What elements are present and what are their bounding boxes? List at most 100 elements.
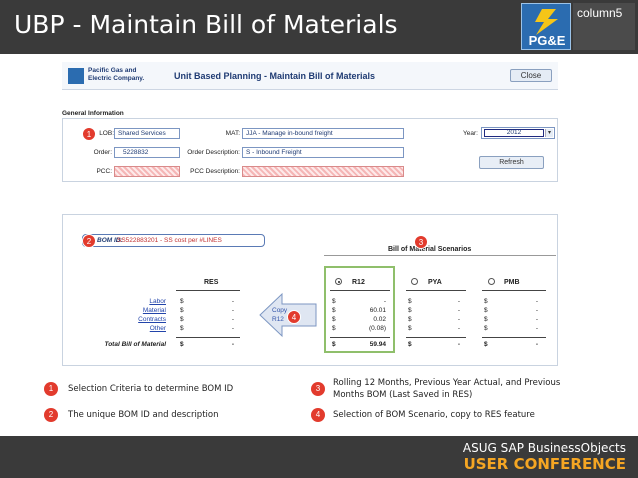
pya-contracts: - [457,316,460,323]
row-label-material[interactable]: Material [106,307,166,314]
pcc-desc-field[interactable] [242,166,404,177]
res-other: - [231,325,234,332]
copy-label: Copy R12 [272,306,287,324]
column5-logo: column5 [573,3,635,50]
company-name: Pacific Gas and Electric Company. [88,67,145,82]
bom-id-box: BOM ID: SS522883201 - SS cost per #LINES [82,234,265,247]
app-title: Unit Based Planning - Maintain Bill of M… [174,71,376,81]
pmb-currency: $ [484,325,488,332]
pmb-labor: - [535,298,538,305]
pmb-contracts: - [535,316,538,323]
pya-currency: $ [408,341,412,348]
mat-field[interactable]: JJA - Manage in-bound freight [242,128,404,139]
legend-badge-4: 4 [311,408,325,422]
res-labor: - [231,298,234,305]
pya-header-line [406,290,466,291]
pcc-field[interactable] [114,166,180,177]
r12-currency: $ [332,325,336,332]
footer-line1: ASUG SAP BusinessObjects [462,441,626,455]
pmb-material: - [535,307,538,314]
lob-field[interactable]: Shared Services [114,128,180,139]
res-total-line [176,337,240,338]
legend-badge-2: 2 [44,408,58,422]
res-currency: $ [180,316,184,323]
pya-currency: $ [408,325,412,332]
pmb-other: - [535,325,538,332]
pya-other: - [457,325,460,332]
res-currency: $ [180,325,184,332]
order-field[interactable]: 5228832 [114,147,180,158]
pge-logo-text: PG&E [528,33,566,48]
pge-logo: PG&E [521,3,571,50]
copy-label-line2: R12 [272,316,284,323]
slide-title: UBP - Maintain Bill of Materials [14,10,398,39]
copy-label-line1: Copy [272,307,288,314]
pmb-currency: $ [484,341,488,348]
r12-material: 60.01 [369,307,386,314]
lightning-icon [535,9,558,35]
r12-total: 59.94 [369,341,386,348]
pya-total: - [457,341,460,348]
row-label-labor[interactable]: Labor [106,298,166,305]
res-header-line [176,290,240,291]
order-label: Order: [93,149,112,156]
row-label-other[interactable]: Other [106,325,166,332]
res-header: RES [204,279,219,286]
r12-other: (0.08) [369,325,386,332]
lob-label: LOB: [99,130,114,137]
chevron-down-icon[interactable]: ▾ [545,129,553,137]
legend-text-3: Rolling 12 Months, Previous Year Actual,… [333,378,561,400]
pya-currency: $ [408,307,412,314]
pya-currency: $ [408,298,412,305]
scenario-r12-label: R12 [352,279,365,286]
scenario-pmb-label: PMB [504,279,520,286]
r12-currency: $ [332,298,336,305]
pmb-header-line [482,290,546,291]
scenario-pya-label: PYA [428,279,442,286]
badge-3: 3 [414,235,428,249]
row-label-contracts[interactable]: Contracts [106,316,166,323]
company-logo-icon [68,68,84,84]
r12-header-line [330,290,390,291]
app-header: Pacific Gas and Electric Company. Unit B… [62,62,558,90]
refresh-button[interactable]: Refresh [479,156,544,169]
order-desc-field[interactable]: S - Inbound Freight [242,147,404,158]
legend-badge-1: 1 [44,382,58,396]
r12-currency: $ [332,316,336,323]
r12-labor: - [383,298,386,305]
bom-id-value: SS522883201 - SS cost per #LINES [117,237,222,244]
pya-material: - [457,307,460,314]
pmb-total-line [482,337,546,338]
res-total: - [231,341,234,348]
pmb-currency: $ [484,316,488,323]
general-info-label: General Information [62,110,124,117]
radio-r12[interactable] [335,278,342,285]
r12-total-line [330,337,390,338]
scenarios-divider [324,255,556,256]
column5-logo-text: column5 [577,6,623,20]
footer-line2: USER CONFERENCE [463,455,626,473]
res-currency: $ [180,307,184,314]
radio-pmb[interactable] [488,278,495,285]
r12-contracts: 0.02 [373,316,386,323]
pmb-total: - [535,341,538,348]
badge-2: 2 [82,234,96,248]
mat-label: MAT: [225,130,240,137]
year-label: Year: [463,130,478,137]
order-desc-label: Order Description: [187,149,240,156]
res-currency: $ [180,298,184,305]
res-currency: $ [180,341,184,348]
pya-labor: - [457,298,460,305]
res-material: - [231,307,234,314]
radio-pya[interactable] [411,278,418,285]
badge-1: 1 [82,127,96,141]
scenarios-title: Bill of Material Scenarios [388,246,472,253]
r12-currency: $ [332,307,336,314]
pmb-currency: $ [484,307,488,314]
close-button[interactable]: Close [510,69,552,82]
pcc-desc-label: PCC Description: [190,168,240,175]
badge-4: 4 [287,310,301,324]
pya-total-line [406,337,466,338]
legend-text-2: The unique BOM ID and description [68,410,219,420]
year-select[interactable]: 2012 ▾ [481,127,555,139]
